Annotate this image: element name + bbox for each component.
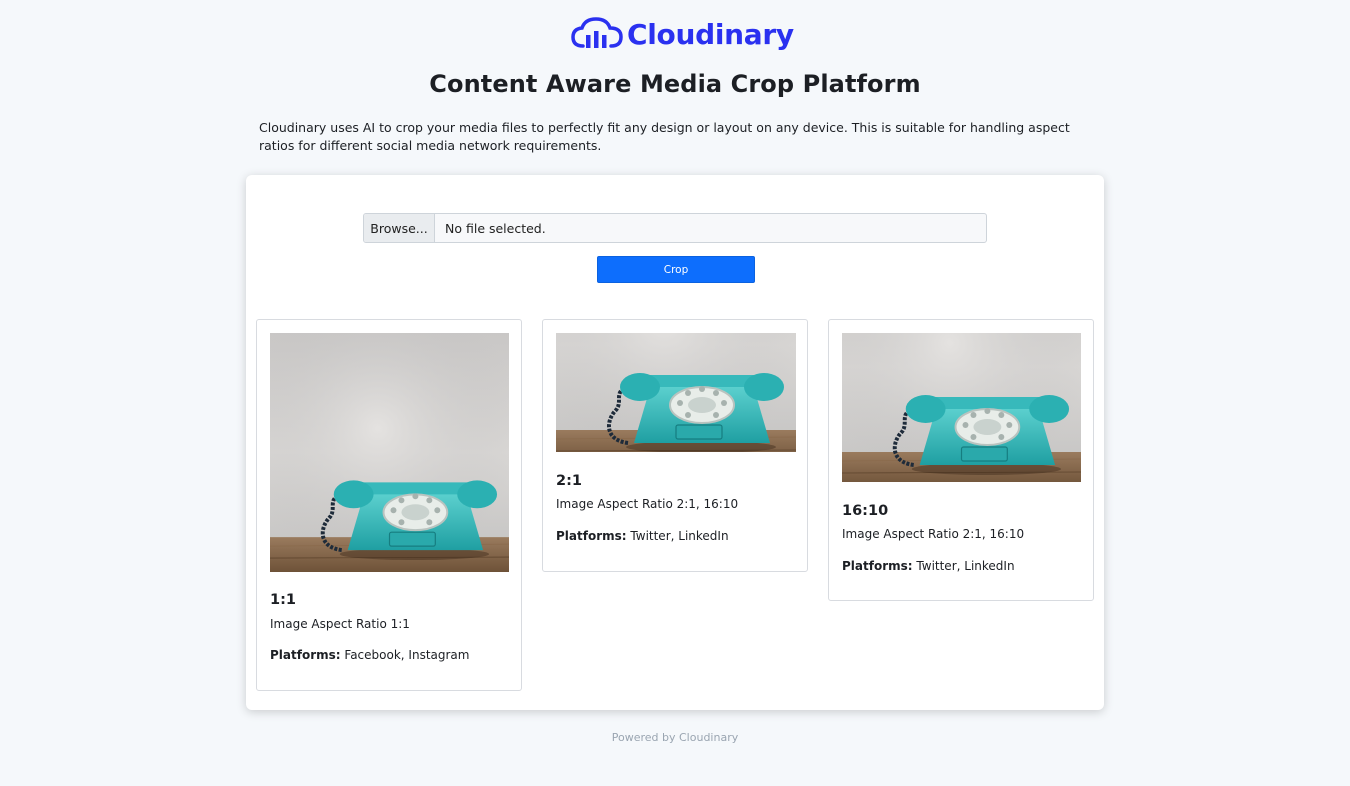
card-title: 2:1 — [556, 473, 582, 489]
card-platforms: Platforms: Facebook, Instagram — [270, 648, 469, 662]
platforms-value: Twitter, LinkedIn — [630, 529, 729, 543]
page: Cloudinary Content Aware Media Crop Plat… — [0, 0, 1350, 786]
cropped-image-2-1 — [556, 333, 796, 452]
platforms-label: Platforms: — [270, 648, 341, 662]
crop-card-1-1: 1:1 Image Aspect Ratio 1:1 Platforms: Fa… — [256, 319, 522, 691]
page-description: Cloudinary uses AI to crop your media fi… — [259, 120, 1070, 153]
card-title: 16:10 — [842, 503, 889, 519]
card-ratio-text: Image Aspect Ratio 2:1, 16:10 — [556, 497, 739, 511]
platforms-value: Twitter, LinkedIn — [916, 559, 1015, 573]
card-platforms: Platforms: Twitter, LinkedIn — [842, 559, 1015, 573]
footer-powered-by: Powered by Cloudinary — [611, 731, 739, 744]
card-platforms: Platforms: Twitter, LinkedIn — [556, 529, 729, 543]
file-status-text: No file selected. — [445, 220, 546, 236]
page-title: Content Aware Media Crop Platform — [429, 70, 921, 98]
crop-button[interactable]: Crop — [597, 256, 755, 283]
file-input[interactable]: Browse... No file selected. — [363, 213, 987, 243]
card-title: 1:1 — [270, 592, 296, 608]
platforms-label: Platforms: — [556, 529, 627, 543]
cloud-logo-icon — [571, 17, 623, 48]
crop-card-16-10: 16:10 Image Aspect Ratio 2:1, 16:10 Plat… — [828, 319, 1094, 601]
platforms-label: Platforms: — [842, 559, 913, 573]
crop-card-2-1: 2:1 Image Aspect Ratio 2:1, 16:10 Platfo… — [542, 319, 808, 572]
crop-panel: Browse... No file selected. Crop 1:1 Ima… — [246, 175, 1104, 710]
cloudinary-logo[interactable]: Cloudinary — [571, 16, 794, 52]
card-ratio-text: Image Aspect Ratio 1:1 — [270, 617, 410, 631]
cropped-image-1-1 — [270, 333, 509, 572]
platforms-value: Facebook, Instagram — [344, 648, 470, 662]
logo-wordmark: Cloudinary — [627, 17, 794, 51]
browse-button[interactable]: Browse... — [364, 214, 435, 242]
cropped-image-16-10 — [842, 333, 1081, 482]
card-ratio-text: Image Aspect Ratio 2:1, 16:10 — [842, 527, 1025, 541]
